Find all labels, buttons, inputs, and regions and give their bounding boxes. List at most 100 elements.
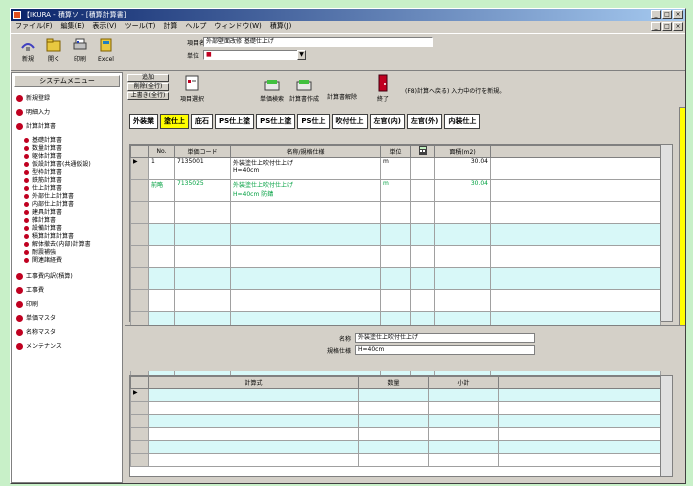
sidebar-item[interactable]: 耐震補強 — [24, 249, 56, 257]
overwrite-all-button[interactable]: 上書き(全行) — [127, 92, 169, 100]
calc-cell[interactable] — [358, 453, 429, 467]
calc-row-selector[interactable] — [130, 427, 149, 441]
cell-calc[interactable] — [410, 179, 435, 202]
calc-cell[interactable] — [428, 388, 499, 402]
tab-2[interactable]: 庇石 — [191, 114, 213, 129]
cell-calc[interactable] — [410, 245, 435, 268]
table-row[interactable]: ▶ 1 7135001 外装塗仕上吹付仕上げ H=40cm m 30.04 — [130, 157, 661, 180]
cell-no[interactable] — [148, 223, 175, 246]
mdi-minimize-button[interactable]: _ — [651, 22, 661, 31]
calc-cell[interactable] — [428, 427, 499, 441]
cell-unit[interactable] — [380, 289, 411, 312]
menu-item-view[interactable]: 表示(V) — [92, 21, 116, 32]
calc-sheet-button[interactable]: 計算書作成 — [285, 78, 323, 103]
cell-extra[interactable] — [490, 289, 661, 312]
calc-cell[interactable] — [358, 401, 429, 415]
print-button[interactable]: 印刷 — [69, 38, 91, 63]
cell-area[interactable] — [434, 223, 491, 246]
calc-cell[interactable] — [358, 388, 429, 402]
cell-unit[interactable]: m — [380, 157, 411, 180]
mdi-close-button[interactable]: × — [673, 22, 683, 31]
cell-name[interactable]: 外装塗仕上吹付仕上げ H=40cm — [230, 157, 381, 180]
sidebar-item[interactable]: 仮設計算書(共通仮設) — [24, 161, 91, 169]
cell-code[interactable] — [174, 289, 231, 312]
calc-cell[interactable] — [148, 414, 359, 428]
cell-name[interactable] — [230, 201, 381, 224]
cell-extra[interactable] — [490, 179, 661, 202]
select-item-button[interactable]: 項目選択 — [175, 74, 209, 103]
tab-4[interactable]: PS仕上塗 — [256, 114, 296, 129]
sidebar-item[interactable]: 明細入力 — [16, 109, 50, 117]
sidebar-item[interactable]: 仕上計算書 — [24, 185, 62, 193]
calc-cell[interactable] — [358, 440, 429, 454]
excel-button[interactable]: Excel — [95, 38, 117, 63]
table-row[interactable] — [130, 223, 661, 246]
maximize-button[interactable]: □ — [662, 10, 672, 19]
row-selector[interactable] — [130, 267, 149, 290]
cell-code[interactable]: 7135025 — [174, 179, 231, 202]
menu-item-estimate[interactable]: 積算(J) — [270, 21, 292, 32]
new-button[interactable]: 新規 — [17, 38, 39, 63]
calc-cell[interactable] — [148, 453, 359, 467]
sidebar-item[interactable]: 数量計算書 — [24, 145, 62, 153]
calc-row-selector[interactable] — [130, 414, 149, 428]
cell-area[interactable]: 30.04 — [434, 157, 491, 180]
cell-code[interactable] — [174, 245, 231, 268]
calc-cell[interactable] — [498, 427, 661, 441]
calc-row[interactable] — [130, 453, 661, 467]
calc-cell[interactable] — [148, 427, 359, 441]
sidebar-item[interactable]: メンテナンス — [16, 343, 62, 351]
calc-cell[interactable] — [428, 414, 499, 428]
cell-unit[interactable] — [380, 223, 411, 246]
cell-no[interactable]: 1 — [148, 157, 175, 180]
tab-1[interactable]: 塗仕上 — [160, 114, 189, 129]
calc-cell[interactable] — [358, 427, 429, 441]
cell-name[interactable] — [230, 245, 381, 268]
sidebar-item[interactable]: 新規登録 — [16, 95, 50, 103]
cell-no[interactable] — [148, 245, 175, 268]
tab-3[interactable]: PS仕上塗 — [215, 114, 255, 129]
calc-cell[interactable] — [498, 388, 661, 402]
sidebar-item[interactable]: 内部仕上計算書 — [24, 201, 74, 209]
calc-cell[interactable] — [148, 440, 359, 454]
table-row[interactable] — [130, 245, 661, 268]
cell-no[interactable]: 前略 — [148, 179, 175, 202]
sidebar-item[interactable]: 計算計算書 — [16, 123, 56, 131]
row-selector[interactable] — [130, 179, 149, 202]
uncalc-button[interactable]: 計算書解除 — [325, 92, 359, 101]
cell-no[interactable] — [148, 267, 175, 290]
cell-extra[interactable] — [490, 223, 661, 246]
row-selector[interactable] — [130, 289, 149, 312]
item-name-field[interactable]: 外部壁面改修 基礎仕上げ — [203, 37, 433, 47]
cell-extra[interactable] — [490, 201, 661, 224]
sidebar-item[interactable]: 工事費内訳(積算) — [16, 273, 73, 281]
cell-calc[interactable] — [410, 267, 435, 290]
tab-9[interactable]: 内装仕上 — [444, 114, 481, 129]
calc-row-selector[interactable] — [130, 453, 149, 467]
row-selector[interactable] — [130, 201, 149, 224]
cell-extra[interactable] — [490, 157, 661, 180]
delete-all-button[interactable]: 削除(全行) — [127, 83, 169, 91]
cell-code[interactable] — [174, 201, 231, 224]
calc-row[interactable]: ▶ — [130, 388, 661, 402]
calc-row-selector[interactable] — [130, 401, 149, 415]
cell-area[interactable] — [434, 245, 491, 268]
cell-calc[interactable] — [410, 289, 435, 312]
sidebar-item[interactable]: 躯体計算書 — [24, 153, 62, 161]
sidebar-item[interactable]: 型枠計算書 — [24, 169, 62, 177]
sidebar-item[interactable]: 関連諸経費 — [24, 257, 62, 265]
tab-0[interactable]: 外装業 — [129, 114, 158, 129]
cell-name[interactable] — [230, 267, 381, 290]
sidebar-item[interactable]: 積算計算計算書 — [24, 233, 74, 241]
cell-code[interactable] — [174, 267, 231, 290]
calc-cell[interactable] — [498, 414, 661, 428]
menu-item-calc[interactable]: 計算 — [163, 21, 177, 32]
cell-code[interactable] — [174, 223, 231, 246]
cell-no[interactable] — [148, 201, 175, 224]
table-row[interactable] — [130, 267, 661, 290]
menu-item-edit[interactable]: 編集(E) — [61, 21, 85, 32]
calc-row-selector[interactable]: ▶ — [130, 388, 149, 402]
calc-cell[interactable] — [148, 401, 359, 415]
unit-select[interactable]: ■ — [203, 50, 303, 60]
info-spec-field[interactable]: H=40cm — [355, 345, 535, 355]
